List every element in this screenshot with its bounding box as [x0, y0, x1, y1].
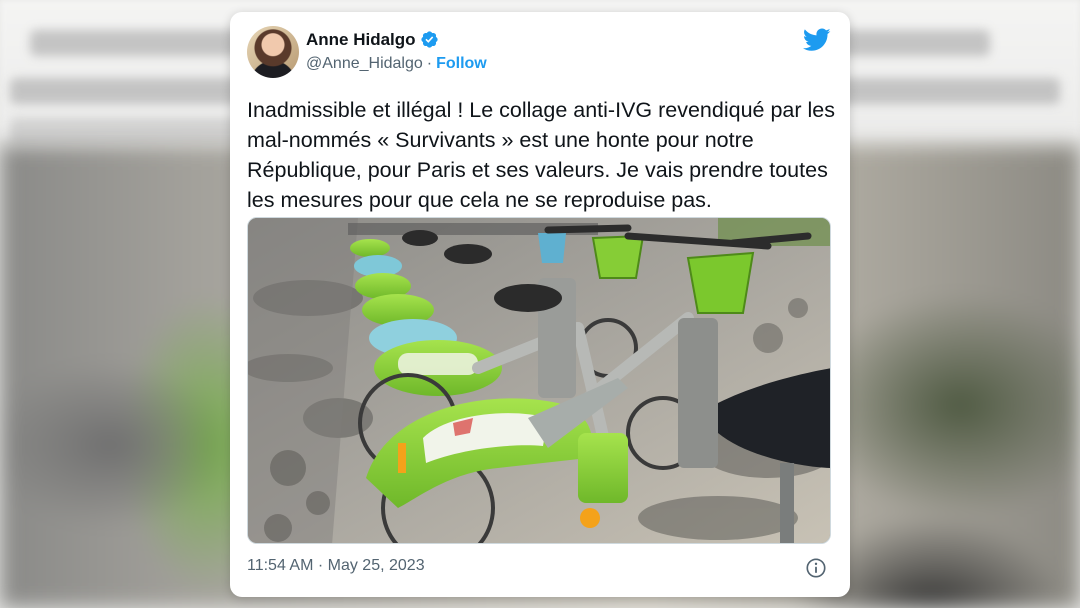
tweet-text: Inadmissible et illégal ! Le collage ant… [247, 98, 835, 212]
handle[interactable]: @Anne_Hidalgo [306, 55, 423, 72]
handle-row: @Anne_Hidalgo · Follow [306, 55, 487, 73]
verified-badge-icon [421, 31, 438, 48]
separator: · [426, 55, 433, 72]
info-icon[interactable] [805, 557, 827, 579]
follow-button[interactable]: Follow [436, 55, 487, 72]
tweet-timestamp[interactable]: 11:54 AM · May 25, 2023 [247, 557, 425, 575]
tweet-card[interactable]: Anne Hidalgo @Anne_Hidalgo · Follow Inadmi… [230, 12, 850, 597]
tweet-photo[interactable] [247, 217, 831, 544]
author-name[interactable]: Anne Hidalgo [306, 30, 416, 50]
bike-station-photo [248, 218, 830, 543]
avatar[interactable] [247, 26, 299, 78]
twitter-bird-icon[interactable] [803, 28, 831, 52]
